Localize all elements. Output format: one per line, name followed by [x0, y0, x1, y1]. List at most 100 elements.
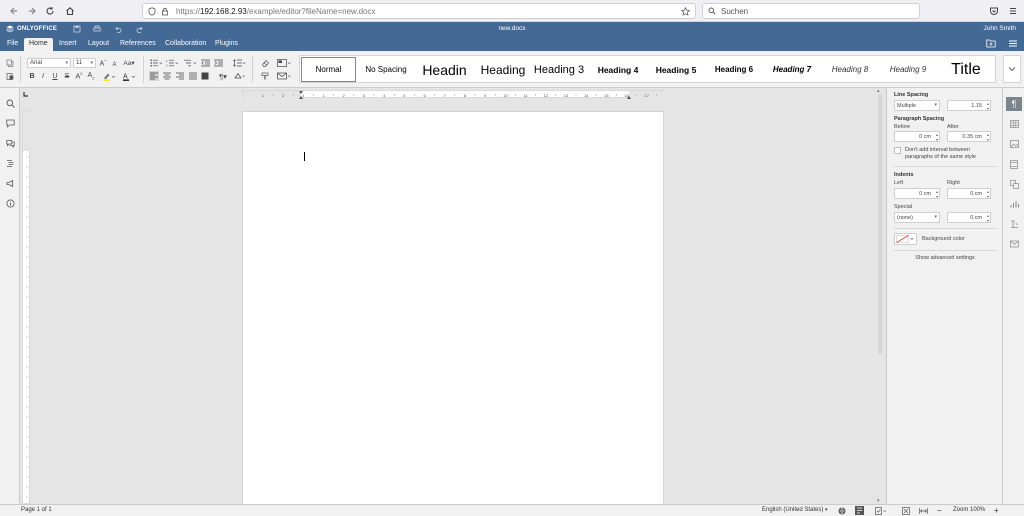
spinner-arrows-icon[interactable]: ▴ ▾: [987, 101, 989, 111]
browser-search-input[interactable]: Suchen: [702, 3, 920, 19]
style-heading-9[interactable]: Heading 9: [880, 57, 936, 82]
tab-home[interactable]: Home: [24, 38, 53, 51]
font-color-icon[interactable]: A: [121, 71, 137, 81]
mail-merge-settings-icon[interactable]: [1006, 237, 1022, 251]
underline-icon[interactable]: U: [50, 71, 60, 81]
forward-icon[interactable]: [23, 2, 41, 20]
spinner-arrows-icon[interactable]: ▴ ▾: [936, 132, 938, 142]
highlight-color-icon[interactable]: [101, 71, 117, 81]
horizontal-ruler[interactable]: 1 2 1 1 2 3 4 5 6 7 8 9 10 11 12 13 14 15 16 17: [242, 90, 665, 99]
bold-icon[interactable]: B: [27, 71, 37, 81]
align-left-icon[interactable]: [149, 71, 159, 81]
italic-icon[interactable]: I: [38, 71, 48, 81]
search-icon[interactable]: [4, 97, 16, 109]
clear-style-icon[interactable]: [260, 58, 270, 68]
indent-left-input[interactable]: 0 cm ▴ ▾: [894, 188, 940, 199]
mail-merge-icon[interactable]: [276, 71, 292, 81]
set-document-language-icon[interactable]: [838, 507, 846, 515]
bookmark-star-icon[interactable]: [681, 7, 690, 16]
tab-file[interactable]: File: [2, 38, 23, 51]
no-interval-checkbox[interactable]: [894, 147, 901, 154]
spacing-before-input[interactable]: 0 cm ▴ ▾: [894, 131, 940, 142]
subscript-icon[interactable]: A2: [86, 71, 96, 81]
show-advanced-settings-link[interactable]: Show advanced settings: [887, 255, 1003, 261]
table-settings-icon[interactable]: [1006, 117, 1022, 131]
image-settings-icon[interactable]: [1006, 137, 1022, 151]
nonprinting-characters-icon[interactable]: ¶▾: [216, 71, 230, 81]
strikethrough-icon[interactable]: S: [62, 71, 72, 81]
style-title[interactable]: Title: [938, 57, 994, 82]
special-indent-input[interactable]: 0 cm ▴ ▾: [947, 212, 991, 223]
tab-collaboration[interactable]: Collaboration: [160, 38, 211, 51]
pocket-icon[interactable]: [985, 2, 1003, 20]
document-page[interactable]: [242, 111, 664, 504]
tab-plugins[interactable]: Plugins: [210, 38, 243, 51]
bullet-list-icon[interactable]: [149, 58, 163, 68]
paragraph-settings-icon[interactable]: ¶: [1006, 97, 1022, 111]
spacing-after-input[interactable]: 0.35 cm ▴ ▾: [947, 131, 991, 142]
style-heading-2[interactable]: Heading: [475, 57, 531, 82]
copy-style-icon[interactable]: [260, 71, 270, 81]
open-file-location-icon[interactable]: [986, 39, 996, 48]
numbered-list-icon[interactable]: 12: [165, 58, 179, 68]
styles-expand-button[interactable]: [1003, 55, 1021, 83]
tab-stop-selector[interactable]: [23, 91, 29, 97]
chart-settings-icon[interactable]: [1006, 197, 1022, 211]
line-spacing-value-input[interactable]: 1.15 ▴ ▾: [947, 100, 991, 111]
tab-references[interactable]: References: [115, 38, 161, 51]
language-selector[interactable]: English (United States) ▾: [762, 507, 828, 513]
style-heading-5[interactable]: Heading 5: [648, 57, 704, 82]
increase-indent-icon[interactable]: [213, 58, 223, 68]
style-heading-8[interactable]: Heading 8: [822, 57, 878, 82]
font-size-select[interactable]: 11 ▾: [73, 58, 96, 68]
paste-icon[interactable]: [5, 71, 15, 81]
spinner-arrows-icon[interactable]: ▴ ▾: [987, 213, 989, 223]
line-spacing-mode-select[interactable]: Multiple ▾: [894, 100, 940, 111]
style-no-spacing[interactable]: No Spacing: [358, 57, 414, 82]
chat-icon[interactable]: [4, 137, 16, 149]
feedback-icon[interactable]: [4, 177, 16, 189]
shape-settings-icon[interactable]: [1006, 177, 1022, 191]
scrollbar-thumb[interactable]: [878, 94, 882, 354]
about-icon[interactable]: [4, 197, 16, 209]
line-spacing-icon[interactable]: [232, 58, 246, 68]
spinner-arrows-icon[interactable]: ▴ ▾: [987, 132, 989, 142]
reload-icon[interactable]: [41, 2, 59, 20]
decrease-indent-icon[interactable]: [200, 58, 210, 68]
tab-insert[interactable]: Insert: [54, 38, 82, 51]
style-heading-4[interactable]: Heading 4: [590, 57, 646, 82]
justify-icon[interactable]: [188, 71, 198, 81]
align-right-icon[interactable]: [175, 71, 185, 81]
spinner-arrows-icon[interactable]: ▴ ▾: [936, 189, 938, 199]
copy-icon[interactable]: [5, 58, 15, 68]
spinner-arrows-icon[interactable]: ▴ ▾: [987, 189, 989, 199]
address-bar[interactable]: https:// 192.168.2.93 /example/editor?fi…: [142, 3, 696, 19]
vertical-scrollbar[interactable]: ▴ ▾: [876, 88, 884, 504]
track-changes-icon[interactable]: [855, 506, 864, 515]
navigation-icon[interactable]: [4, 157, 16, 169]
style-heading-3[interactable]: Heading 3: [533, 57, 585, 82]
text-art-icon[interactable]: [1006, 217, 1022, 231]
fit-to-width-icon[interactable]: [919, 507, 928, 515]
background-color-picker[interactable]: [894, 233, 917, 245]
style-heading-7[interactable]: Heading 7: [764, 57, 820, 82]
tab-layout[interactable]: Layout: [83, 38, 114, 51]
multilevel-list-icon[interactable]: [183, 58, 197, 68]
browser-menu-icon[interactable]: [1004, 2, 1022, 20]
comments-icon[interactable]: [4, 117, 16, 129]
font-name-select[interactable]: Arial ▾: [27, 58, 71, 68]
view-settings-icon[interactable]: [1008, 39, 1018, 48]
increase-font-icon[interactable]: A+: [98, 58, 108, 68]
back-icon[interactable]: [5, 2, 23, 20]
style-normal[interactable]: Normal: [301, 57, 356, 82]
fit-to-page-icon[interactable]: [902, 507, 910, 515]
indent-right-input[interactable]: 0 cm ▴ ▾: [947, 188, 991, 199]
home-icon[interactable]: [61, 2, 79, 20]
special-indent-select[interactable]: (none) ▾: [894, 212, 940, 223]
change-case-icon[interactable]: Aa▾: [122, 58, 136, 68]
style-heading-1[interactable]: Headin: [416, 57, 473, 82]
superscript-icon[interactable]: A2: [74, 71, 84, 81]
decrease-font-icon[interactable]: A-: [110, 58, 120, 68]
header-footer-icon[interactable]: [1006, 157, 1022, 171]
align-center-icon[interactable]: [162, 71, 172, 81]
